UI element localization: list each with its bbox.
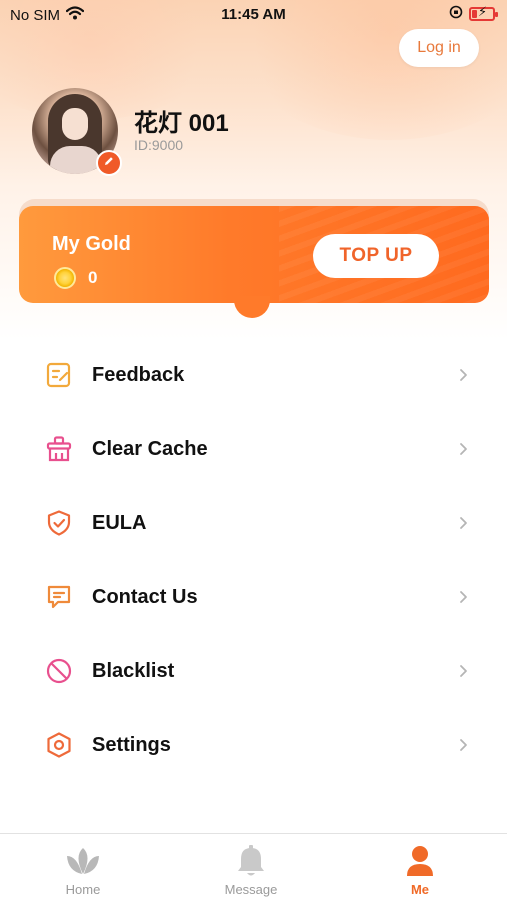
chevron-right-icon (456, 442, 470, 456)
tab-bar: Home Message Me (0, 833, 507, 900)
menu-item-settings[interactable]: Settings (0, 715, 507, 775)
shield-check-icon (44, 508, 74, 538)
coin-icon (54, 267, 76, 289)
battery-icon: ⚡ (469, 5, 498, 21)
edit-avatar-button[interactable] (96, 150, 122, 176)
menu-label: Blacklist (92, 659, 175, 682)
tab-label: Home (65, 882, 101, 897)
chevron-right-icon (456, 664, 470, 678)
menu-item-clear-cache[interactable]: Clear Cache (0, 419, 507, 479)
menu-label: EULA (92, 511, 147, 534)
tab-home[interactable]: Home (33, 842, 133, 898)
chevron-right-icon (456, 516, 470, 530)
status-bar: No SIM 11:45 AM ⚡ (0, 0, 507, 30)
gold-amount: 0 (88, 268, 98, 287)
chevron-right-icon (456, 368, 470, 382)
status-time: 11:45 AM (221, 6, 286, 23)
orientation-lock-icon (449, 5, 463, 23)
me-page: No SIM 11:45 AM ⚡ Log in 花灯 001 ID:9000 … (0, 0, 507, 900)
home-lotus-icon (63, 842, 103, 880)
person-icon (400, 842, 440, 880)
tab-message[interactable]: Message (201, 842, 301, 898)
user-id: ID:9000 (134, 137, 184, 153)
menu-item-contact-us[interactable]: Contact Us (0, 567, 507, 627)
chat-icon (44, 582, 74, 612)
menu-label: Clear Cache (92, 437, 208, 460)
chevron-right-icon (456, 590, 470, 604)
clear-cache-icon (44, 434, 74, 464)
bell-icon (231, 842, 271, 880)
pencil-icon (103, 154, 115, 172)
menu-item-blacklist[interactable]: Blacklist (0, 641, 507, 701)
settings-icon (44, 730, 74, 760)
menu-label: Settings (92, 733, 171, 756)
chevron-right-icon (456, 738, 470, 752)
gold-title: My Gold (52, 233, 131, 255)
menu-label: Feedback (92, 363, 185, 386)
feedback-icon (44, 360, 74, 390)
top-up-button[interactable]: TOP UP (313, 234, 439, 278)
tab-label: Message (224, 882, 278, 897)
login-button[interactable]: Log in (399, 29, 479, 67)
menu-item-eula[interactable]: EULA (0, 493, 507, 553)
status-right: ⚡ (449, 5, 498, 23)
menu-label: Contact Us (92, 585, 198, 608)
menu-item-feedback[interactable]: Feedback (0, 345, 507, 405)
username: 花灯 001 (134, 110, 229, 137)
tab-me[interactable]: Me (370, 842, 470, 898)
tab-label: Me (410, 882, 430, 897)
block-icon (44, 656, 74, 686)
